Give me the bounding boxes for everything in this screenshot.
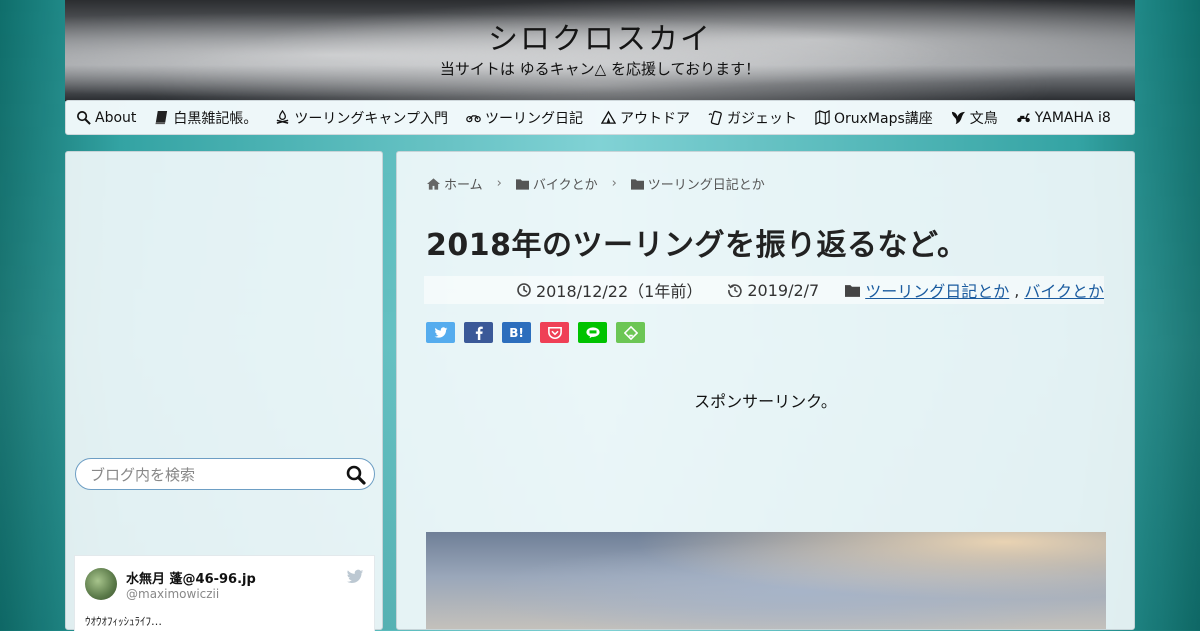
nav-item-label: ツーリング日記 (485, 110, 583, 127)
updated-date-text: 2019/2/7 (747, 280, 820, 300)
published-date-text: 2018/12/22（1年前） (535, 282, 703, 301)
post-categories: ツーリング日記とか, バイクとか (845, 278, 1104, 302)
campfire-icon (277, 110, 289, 124)
breadcrumb-home-label: ホーム (444, 178, 483, 193)
avatar[interactable] (85, 568, 117, 600)
map-icon (815, 110, 830, 125)
nav-item-bird[interactable]: 文鳥 (951, 108, 998, 128)
share-line-button[interactable] (578, 322, 607, 343)
twitter-icon[interactable] (346, 569, 364, 585)
share-feedly-button[interactable] (616, 322, 645, 343)
folder-icon (630, 178, 644, 190)
facebook-icon (475, 326, 483, 340)
nav-item-gadget[interactable]: ガジェット (708, 108, 797, 128)
line-icon (585, 326, 600, 338)
post-hero-image (426, 532, 1106, 629)
breadcrumb-category-label: ツーリング日記とか (647, 178, 765, 193)
main-content: ホーム › バイクとか › ツーリング日記とか 2018年のツーリングを振り返る… (396, 151, 1135, 630)
home-icon (427, 177, 440, 190)
twitter-icon (434, 326, 447, 338)
tweet-author-handle[interactable]: @maximowiczii (126, 587, 219, 601)
nav-item-notes[interactable]: 白黒雑記帳。 (154, 108, 257, 128)
hatena-icon: B! (509, 325, 524, 340)
nav-item-label: 白黒雑記帳。 (173, 110, 258, 127)
search-box (75, 458, 375, 491)
site-tagline: 当サイトは ゆるキャン△ を応援しております！ (439, 60, 761, 78)
clock-icon (517, 283, 531, 297)
nav-item-about[interactable]: About (76, 110, 136, 126)
published-date: 2018/12/22（1年前） (517, 278, 702, 302)
search-input[interactable] (88, 459, 342, 491)
share-hatena-button[interactable]: B! (502, 322, 531, 343)
nav-item-touring-diary[interactable]: ツーリング日記 (466, 108, 583, 128)
share-twitter-button[interactable] (426, 322, 455, 343)
category-link-touring[interactable]: ツーリング日記とか (865, 278, 1009, 302)
sponsor-label: スポンサーリンク。 (694, 392, 837, 411)
site-header: シロクロスカイ 当サイトは ゆるキャン△ を応援しております！ (65, 0, 1135, 101)
nav-item-label: About (95, 109, 137, 126)
nav-item-label: ガジェット (727, 110, 797, 127)
folder-icon (515, 178, 529, 190)
feedly-icon (623, 325, 638, 340)
breadcrumb-category-label: バイクとか (532, 178, 598, 193)
motorcycle-icon (466, 115, 481, 123)
category-separator: , (1014, 280, 1020, 300)
nav-item-outdoor[interactable]: アウトドア (601, 108, 690, 128)
post-meta: 2018/12/22（1年前） 2019/2/7 ツーリング日記とか, バイクと… (424, 276, 1104, 304)
breadcrumb-category-touring[interactable]: ツーリング日記とか (630, 174, 765, 193)
breadcrumb-category-bike[interactable]: バイクとか (515, 174, 598, 193)
tweet-text: ｳｵｳｵﾌｨｯｼｭﾗｲﾌ… (85, 615, 162, 628)
folder-icon (845, 284, 861, 297)
twitter-timeline-widget: 水無月 蓬@46-96.jp @maximowiczii ｳｵｳｵﾌｨｯｼｭﾗｲ… (74, 555, 375, 631)
tent-icon (601, 110, 616, 124)
nav-item-label: ツーリングキャンプ入門 (294, 110, 448, 127)
post-title: 2018年のツーリングを振り返るなど。 (426, 228, 968, 263)
nav-item-oruxmaps[interactable]: OruxMaps講座 (815, 108, 933, 128)
main-nav: About 白黒雑記帳。 ツーリングキャンプ入門 ツーリング日記 アウトドア ガ… (65, 100, 1135, 135)
search-icon (346, 465, 366, 485)
category-link-bike[interactable]: バイクとか (1024, 278, 1104, 302)
nav-item-label: 文鳥 (969, 110, 998, 127)
breadcrumb: ホーム › バイクとか › ツーリング日記とか (427, 174, 765, 193)
breadcrumb-separator: › (611, 176, 617, 191)
nav-item-yamaha[interactable]: YAMAHA i8 (1016, 110, 1111, 126)
updated-date: 2019/2/7 (728, 281, 819, 300)
nav-item-label: OruxMaps講座 (834, 110, 933, 127)
book-icon (155, 110, 168, 125)
search-icon (77, 111, 91, 125)
share-pocket-button[interactable] (540, 322, 569, 343)
breadcrumb-separator: › (496, 176, 502, 191)
share-facebook-button[interactable] (464, 322, 493, 343)
nav-item-camp-intro[interactable]: ツーリングキャンプ入門 (275, 108, 448, 128)
bird-icon (951, 111, 965, 125)
site-title[interactable]: シロクロスカイ (65, 14, 1135, 58)
pocket-icon (547, 326, 562, 339)
search-button[interactable] (345, 464, 367, 486)
nav-item-label: YAMAHA i8 (1034, 109, 1111, 126)
share-buttons: B! (426, 322, 645, 343)
tweet-author-name[interactable]: 水無月 蓬@46-96.jp (126, 568, 256, 587)
scooter-icon (1016, 113, 1030, 123)
breadcrumb-home[interactable]: ホーム (427, 174, 483, 193)
nav-item-label: アウトドア (620, 110, 690, 127)
history-icon (728, 284, 743, 297)
phone-icon (708, 110, 722, 125)
sidebar: 水無月 蓬@46-96.jp @maximowiczii ｳｵｳｵﾌｨｯｼｭﾗｲ… (65, 151, 383, 631)
